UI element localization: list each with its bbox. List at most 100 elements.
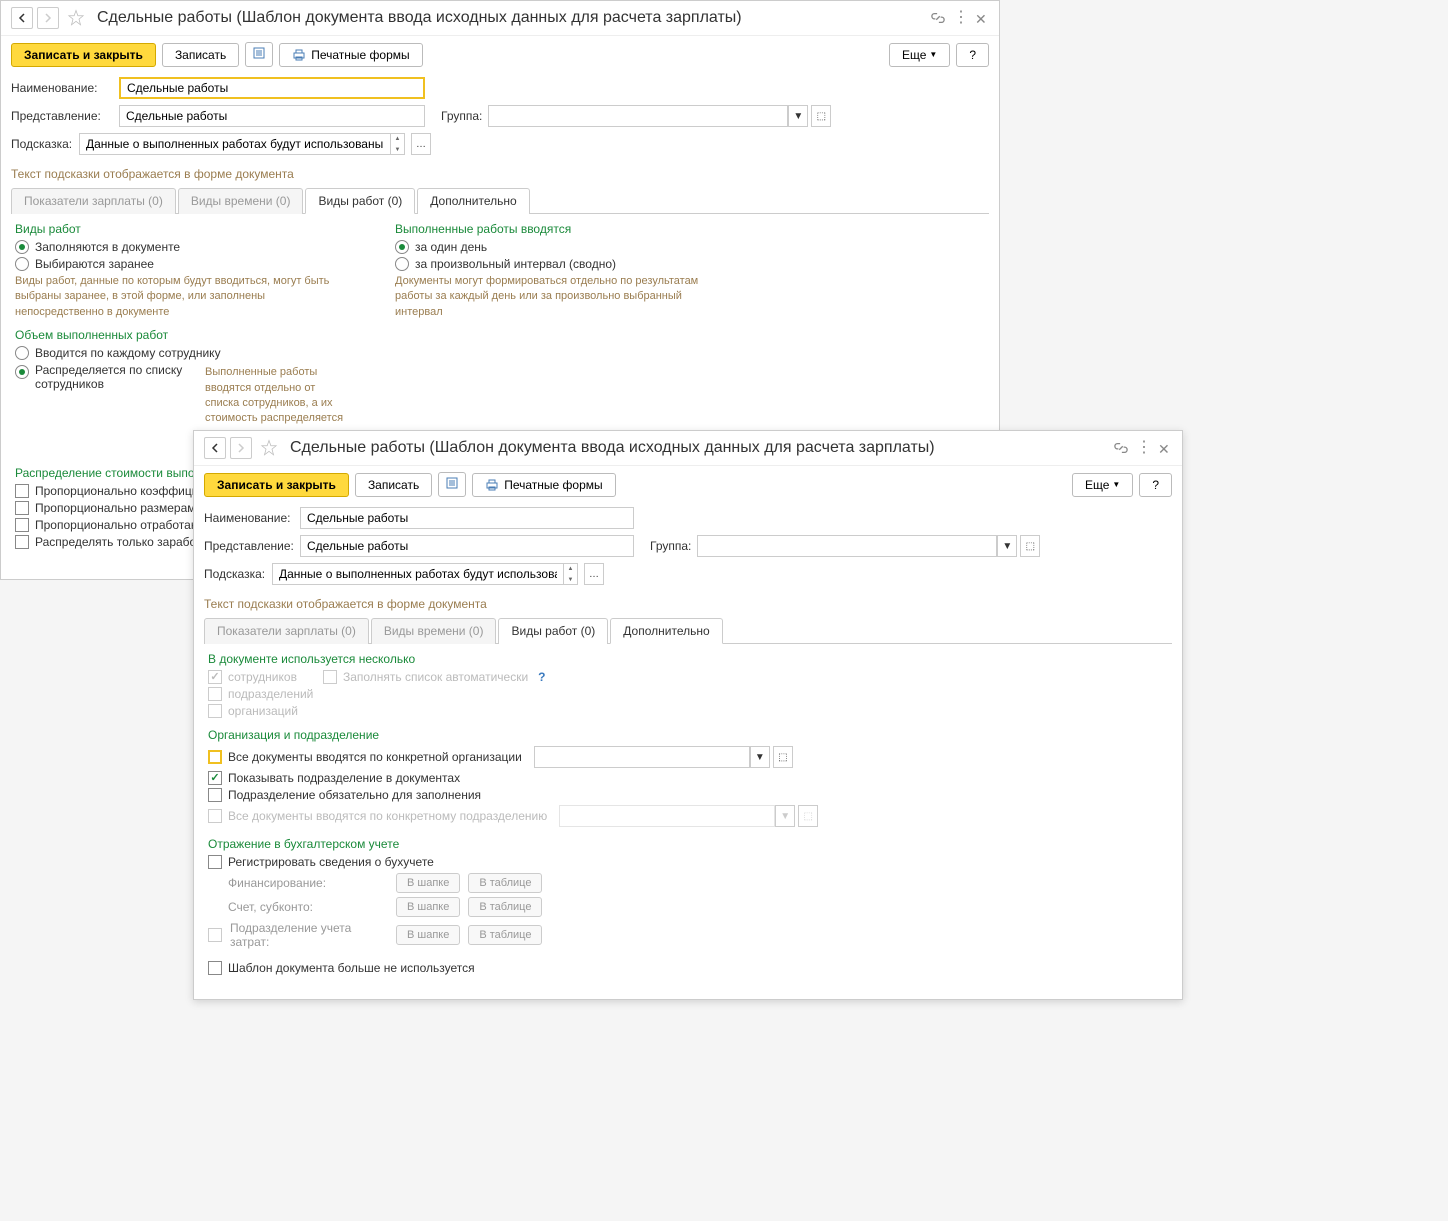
- print-button-2[interactable]: Печатные формы: [472, 473, 615, 497]
- hint-input-2[interactable]: [273, 564, 563, 584]
- radio-one-day[interactable]: [395, 240, 409, 254]
- nav-forward-button[interactable]: [37, 7, 59, 29]
- group-open-button[interactable]: ⬚: [811, 105, 831, 127]
- group-dropdown-button[interactable]: ▼: [788, 105, 808, 127]
- toolbar: Записать и закрыть Записать Печатные фор…: [1, 36, 999, 73]
- tabs-2: Показатели зарплаты (0) Виды времени (0)…: [204, 617, 1172, 644]
- works-entered-hint: Документы могут формироваться отдельно п…: [395, 274, 725, 320]
- tab-salary[interactable]: Показатели зарплаты (0): [11, 188, 176, 214]
- name-input[interactable]: [119, 77, 425, 99]
- radio-fill-in-doc[interactable]: [15, 240, 29, 254]
- nav-forward-button-2[interactable]: [230, 437, 252, 459]
- tab-worktypes-2[interactable]: Виды работ (0): [498, 618, 608, 644]
- dept-dropdown-button: ▼: [775, 805, 795, 827]
- group-dropdown-button-2[interactable]: ▼: [997, 535, 1017, 557]
- check-by-org[interactable]: [208, 750, 222, 764]
- tab-timetypes[interactable]: Виды времени (0): [178, 188, 304, 214]
- org-dropdown-button[interactable]: ▼: [750, 746, 770, 768]
- dept-open-button: ⬚: [798, 805, 818, 827]
- radio-select-before[interactable]: [15, 257, 29, 271]
- more-button-2[interactable]: Еще▼: [1072, 473, 1133, 497]
- hint-ellipsis-button[interactable]: …: [411, 133, 431, 155]
- org-select[interactable]: [534, 746, 750, 768]
- save-button-2[interactable]: Записать: [355, 473, 432, 497]
- hint-label: Подсказка:: [11, 137, 73, 151]
- more-button[interactable]: Еще▼: [889, 43, 950, 67]
- check-template-unused[interactable]: [208, 961, 222, 975]
- tab-additional-2[interactable]: Дополнительно: [610, 618, 722, 644]
- btn-acc-table[interactable]: В таблице: [468, 897, 542, 917]
- btn-acc-header[interactable]: В шапке: [396, 897, 460, 917]
- radio-interval[interactable]: [395, 257, 409, 271]
- save-button[interactable]: Записать: [162, 43, 239, 67]
- btn-fin-table[interactable]: В таблице: [468, 873, 542, 893]
- window-header: Сдельные работы (Шаблон документа ввода …: [1, 1, 999, 36]
- org-open-button[interactable]: ⬚: [773, 746, 793, 768]
- tab-worktypes[interactable]: Виды работ (0): [305, 188, 415, 214]
- check-employees: [208, 670, 222, 684]
- list-button-2[interactable]: [438, 472, 466, 497]
- section-doc-uses-title: В документе используется несколько: [208, 652, 1168, 666]
- group-label: Группа:: [441, 109, 482, 123]
- link-icon-2[interactable]: [1114, 441, 1128, 455]
- hint-ellipsis-button-2[interactable]: …: [584, 563, 604, 585]
- section-worktypes-title: Виды работ: [15, 222, 345, 236]
- btn-deptcost-table[interactable]: В таблице: [468, 925, 542, 945]
- radio-per-employee[interactable]: [15, 346, 29, 360]
- check-by-dept: [208, 809, 222, 823]
- spinner-up-2[interactable]: ▲: [564, 563, 577, 574]
- save-close-button[interactable]: Записать и закрыть: [11, 43, 156, 67]
- menu-icon-2[interactable]: ⋮: [1136, 441, 1150, 455]
- tab-additional[interactable]: Дополнительно: [417, 188, 529, 214]
- section-volume-title: Объем выполненных работ: [15, 328, 345, 342]
- check-dist-salary[interactable]: [15, 535, 29, 549]
- save-close-button-2[interactable]: Записать и закрыть: [204, 473, 349, 497]
- nav-back-button-2[interactable]: [204, 437, 226, 459]
- favorite-icon[interactable]: [67, 9, 85, 27]
- label-account: Счет, субконто:: [228, 900, 388, 914]
- spinner-down-2[interactable]: ▼: [564, 574, 577, 585]
- check-prop-worked[interactable]: [15, 518, 29, 532]
- group-select-2[interactable]: [697, 535, 997, 557]
- tab-salary-2[interactable]: Показатели зарплаты (0): [204, 618, 369, 644]
- hint-label-2: Подсказка:: [204, 567, 266, 581]
- tab-additional-content: В документе используется несколько сотру…: [194, 644, 1182, 986]
- spinner-down[interactable]: ▼: [391, 144, 404, 155]
- print-button[interactable]: Печатные формы: [279, 43, 422, 67]
- btn-deptcost-header[interactable]: В шапке: [396, 925, 460, 945]
- radio-distribute[interactable]: [15, 365, 29, 379]
- help-button[interactable]: ?: [956, 43, 989, 67]
- help-button-2[interactable]: ?: [1139, 473, 1172, 497]
- list-button[interactable]: [245, 42, 273, 67]
- tab-timetypes-2[interactable]: Виды времени (0): [371, 618, 497, 644]
- worktypes-hint: Виды работ, данные по которым будут ввод…: [15, 274, 345, 320]
- check-register-accounting[interactable]: [208, 855, 222, 869]
- check-show-dept[interactable]: [208, 771, 222, 785]
- btn-fin-header[interactable]: В шапке: [396, 873, 460, 893]
- link-icon[interactable]: [931, 11, 945, 25]
- window-header-2: Сдельные работы (Шаблон документа ввода …: [194, 431, 1182, 466]
- group-select[interactable]: [488, 105, 788, 127]
- close-icon-2[interactable]: ✕: [1158, 441, 1172, 455]
- check-prop-rate[interactable]: [15, 501, 29, 515]
- nav-back-button[interactable]: [11, 7, 33, 29]
- repr-label-2: Представление:: [204, 539, 294, 553]
- help-autofill-icon[interactable]: ?: [538, 670, 545, 684]
- label-dept-cost: Подразделение учета затрат:: [230, 921, 388, 949]
- spinner-up[interactable]: ▲: [391, 133, 404, 144]
- group-open-button-2[interactable]: ⬚: [1020, 535, 1040, 557]
- repr-input-2[interactable]: [300, 535, 634, 557]
- repr-input[interactable]: [119, 105, 425, 127]
- close-icon[interactable]: ✕: [975, 11, 989, 25]
- menu-icon[interactable]: ⋮: [953, 11, 967, 25]
- check-dept-required[interactable]: [208, 788, 222, 802]
- repr-label: Представление:: [11, 109, 113, 123]
- hint-input[interactable]: [80, 134, 390, 154]
- name-label: Наименование:: [11, 81, 113, 95]
- label-financing: Финансирование:: [228, 876, 388, 890]
- toolbar-2: Записать и закрыть Записать Печатные фор…: [194, 466, 1182, 503]
- window-title: Сдельные работы (Шаблон документа ввода …: [97, 9, 742, 27]
- name-input-2[interactable]: [300, 507, 634, 529]
- check-prop-coef[interactable]: [15, 484, 29, 498]
- favorite-icon-2[interactable]: [260, 439, 278, 457]
